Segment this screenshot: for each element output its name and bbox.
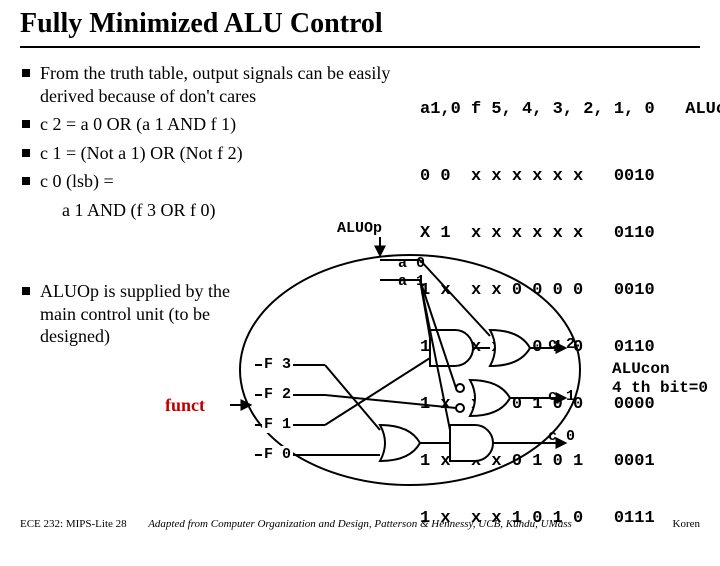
bullet-list: From the truth table, output signals can…: [22, 62, 392, 221]
f0-label: F 0: [262, 446, 293, 463]
title-rule: [20, 46, 700, 48]
a1-label: a 1: [398, 273, 425, 290]
page-title: Fully Minimized ALU Control: [20, 8, 383, 40]
bullet-text: c 0 (lsb) =: [40, 170, 392, 193]
bullet-list-2: ALUOp is supplied by the main control un…: [22, 280, 252, 354]
table-row: 0 0 x x x x x x 0010: [420, 167, 720, 186]
c0-label: c 0: [548, 428, 575, 445]
bullet-tail: a 1 AND (f 3 OR f 0): [62, 199, 392, 222]
table-header: a1,0: [420, 100, 461, 119]
table-header: ALUcon: [685, 100, 720, 119]
a0-label: a 0: [398, 255, 425, 272]
f1-label: F 1: [262, 416, 293, 433]
bullet-text: c 1 = (Not a 1) OR (Not f 2): [40, 142, 392, 165]
table-header: f 5, 4, 3, 2, 1, 0: [471, 100, 655, 119]
bullet-text: From the truth table, output signals can…: [40, 62, 392, 107]
footer-center: Adapted from Computer Organization and D…: [0, 518, 720, 530]
f2-label: F 2: [262, 386, 293, 403]
aluop-label: ALUOp: [335, 220, 384, 237]
funct-label: funct: [165, 395, 205, 416]
alucon-note: ALUcon 4 th bit=0: [612, 360, 708, 398]
c1-label: c 1: [548, 388, 575, 405]
f3-label: F 3: [262, 356, 293, 373]
bullet-text: c 2 = a 0 OR (a 1 AND f 1): [40, 113, 392, 136]
c2-label: c 2: [548, 336, 575, 353]
bullet-text: ALUOp is supplied by the main control un…: [40, 280, 252, 348]
footer-right: Koren: [673, 518, 701, 530]
